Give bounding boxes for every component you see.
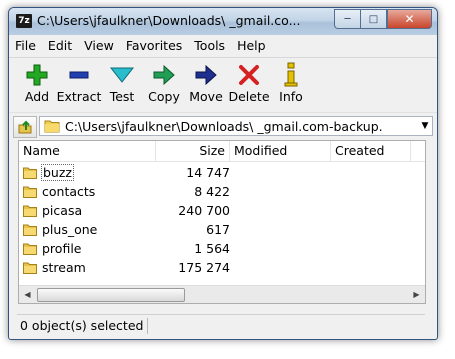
item-size: 8 422 [194, 184, 230, 199]
status-divider [147, 318, 148, 334]
address-path: C:\Users\jfaulkner\Downloads\ _gmail.com… [65, 118, 383, 134]
delete-button[interactable]: Delete [227, 58, 271, 110]
folder-icon [44, 120, 60, 133]
list-header: Name Size Modified Created [19, 141, 425, 162]
scroll-left-icon[interactable]: ◀ [19, 286, 36, 303]
maximize-icon: □ [368, 13, 379, 25]
folder-icon [23, 205, 37, 217]
column-size[interactable]: Size [156, 141, 230, 161]
copy-arrow-icon [150, 62, 178, 88]
delete-label: Delete [228, 89, 270, 104]
info-icon [277, 62, 305, 88]
item-name: buzz [41, 164, 74, 181]
up-folder-button[interactable] [13, 116, 37, 138]
add-button[interactable]: Add [17, 58, 57, 110]
item-name: stream [42, 260, 86, 275]
close-button[interactable]: ✕ [387, 9, 432, 29]
list-item[interactable]: picasa 240 700 [19, 201, 232, 220]
copy-button[interactable]: Copy [143, 58, 185, 110]
info-label: Info [279, 89, 303, 104]
folder-icon [23, 186, 37, 198]
item-name: plus_one [42, 222, 98, 237]
item-size: 14 747 [186, 165, 230, 180]
folder-icon [23, 224, 37, 236]
chevron-down-icon[interactable]: ▼ [418, 121, 432, 131]
list-item[interactable]: contacts 8 422 [19, 182, 232, 201]
column-modified[interactable]: Modified [230, 141, 331, 161]
extract-label: Extract [56, 89, 102, 104]
list-item[interactable]: profile 1 564 [19, 239, 232, 258]
file-list: Name Size Modified Created buzz 14 747 c… [18, 140, 426, 304]
status-bar: 0 object(s) selected [17, 314, 425, 336]
menu-bar: File Edit View Favorites Tools Help [9, 35, 437, 58]
menu-edit[interactable]: Edit [42, 35, 78, 57]
minimize-button[interactable]: ─ [334, 9, 360, 29]
folder-icon [23, 243, 37, 255]
window-controls: ─ □ ✕ [334, 9, 432, 29]
window-title: C:\Users\jfaulkner\Downloads\ _gmail.co.… [37, 13, 301, 28]
maximize-button[interactable]: □ [360, 9, 387, 29]
plus-icon [23, 62, 51, 88]
item-size: 1 564 [194, 241, 230, 256]
menu-tools[interactable]: Tools [188, 35, 231, 57]
status-text: 0 object(s) selected [20, 318, 144, 333]
scroll-right-icon[interactable]: ▶ [408, 286, 425, 303]
menu-view[interactable]: View [78, 35, 120, 57]
app-icon: 7z [16, 14, 32, 28]
folder-icon [23, 262, 37, 274]
test-label: Test [109, 89, 135, 104]
folder-icon [23, 167, 37, 179]
menu-help[interactable]: Help [231, 35, 272, 57]
copy-label: Copy [148, 89, 180, 104]
app-window: 7z C:\Users\jfaulkner\Downloads\ _gmail.… [8, 7, 438, 340]
delete-x-icon [235, 62, 263, 88]
minus-icon [65, 62, 93, 88]
menu-favorites[interactable]: Favorites [120, 35, 188, 57]
address-field[interactable]: C:\Users\jfaulkner\Downloads\ _gmail.com… [39, 116, 433, 136]
add-label: Add [24, 89, 50, 104]
list-item[interactable]: plus_one 617 [19, 220, 232, 239]
horizontal-scrollbar[interactable]: ◀ ▶ [19, 285, 425, 303]
move-button[interactable]: Move [185, 58, 227, 110]
move-arrow-icon [192, 62, 220, 88]
scrollbar-thumb[interactable] [37, 288, 185, 302]
item-name: profile [42, 241, 82, 256]
info-button[interactable]: Info [271, 58, 311, 110]
item-size: 240 700 [178, 203, 230, 218]
item-size: 617 [206, 222, 230, 237]
check-icon [108, 62, 136, 88]
move-label: Move [189, 89, 223, 104]
test-button[interactable]: Test [101, 58, 143, 110]
list-item[interactable]: buzz 14 747 [19, 163, 232, 182]
item-size: 175 274 [178, 260, 230, 275]
up-folder-icon [18, 120, 32, 134]
extract-button[interactable]: Extract [57, 58, 101, 110]
item-name: contacts [42, 184, 96, 199]
minimize-icon: ─ [344, 13, 351, 25]
close-icon: ✕ [404, 12, 415, 26]
column-created[interactable]: Created [331, 141, 411, 161]
address-bar-row: C:\Users\jfaulkner\Downloads\ _gmail.com… [9, 112, 437, 139]
toolbar: Add Extract Test Copy Move Delete Info [9, 58, 437, 110]
list-item[interactable]: stream 175 274 [19, 258, 232, 277]
item-name: picasa [42, 203, 83, 218]
title-bar[interactable]: 7z C:\Users\jfaulkner\Downloads\ _gmail.… [9, 8, 437, 35]
menu-file[interactable]: File [9, 35, 42, 57]
column-name[interactable]: Name [19, 141, 156, 161]
